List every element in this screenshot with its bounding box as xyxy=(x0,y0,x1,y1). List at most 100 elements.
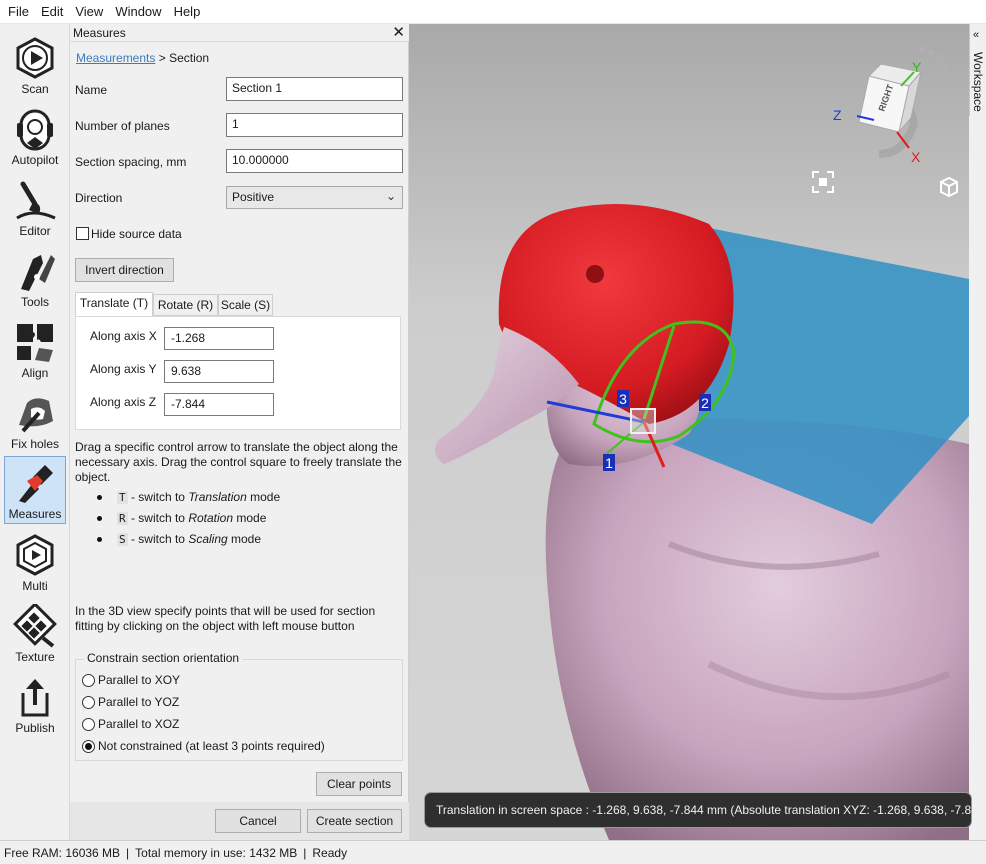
tab-scale[interactable]: Scale (S) xyxy=(218,294,273,316)
publish-icon xyxy=(21,679,49,717)
measures-panel: Measures ✕ Measurements > Section Name S… xyxy=(70,24,409,840)
radio-xoz[interactable]: Parallel to XOZ xyxy=(82,717,179,731)
tool-publish[interactable]: Publish xyxy=(4,671,66,739)
points-instructions: In the 3D view specify points that will … xyxy=(75,604,376,633)
radio-button[interactable] xyxy=(82,673,95,687)
tool-multi-label: Multi xyxy=(22,579,48,593)
tool-measures[interactable]: Measures xyxy=(4,456,66,524)
axis-y-field[interactable]: 9.638 xyxy=(164,360,274,383)
panel-footer: Cancel Create section xyxy=(70,802,409,840)
bullet-icon xyxy=(97,515,102,521)
tool-align-label: Align xyxy=(21,366,49,380)
create-section-button[interactable]: Create section xyxy=(307,809,402,833)
tool-tools-label: Tools xyxy=(20,295,49,309)
panel-title: Measures xyxy=(73,26,126,40)
status-separator: | xyxy=(126,845,130,860)
shortcut-text: - switch to xyxy=(127,532,189,546)
tool-texture[interactable]: Texture xyxy=(4,600,66,668)
gizmo-control-square[interactable] xyxy=(630,408,656,434)
cancel-button[interactable]: Cancel xyxy=(215,809,301,833)
menu-window[interactable]: Window xyxy=(109,0,167,24)
tool-sidebar: Scan Autopilot Editor Tools Align Fix ho… xyxy=(0,24,70,840)
axis-x-indicator: X xyxy=(911,149,921,165)
radio-not-constrained[interactable]: Not constrained (at least 3 points requi… xyxy=(82,739,325,753)
bullet-icon xyxy=(97,536,102,542)
point-label-2: 2 xyxy=(701,395,709,411)
point-label-3: 3 xyxy=(619,391,627,407)
radio-xoy[interactable]: Parallel to XOY xyxy=(82,673,180,687)
tool-fix-holes[interactable]: Fix holes xyxy=(4,387,66,455)
menu-edit[interactable]: Edit xyxy=(35,0,69,24)
free-ram-status: Free RAM: 16036 MB xyxy=(4,845,121,860)
menu-file[interactable]: File xyxy=(2,0,35,24)
3d-scene[interactable]: 1 2 3 RIGHT Y Z X xyxy=(409,24,969,840)
tools-icon xyxy=(21,255,55,291)
hide-source-label: Hide source data xyxy=(91,227,182,241)
tool-tools[interactable]: Tools xyxy=(4,245,66,313)
radio-button[interactable] xyxy=(82,739,95,753)
planes-field[interactable]: 1 xyxy=(226,113,403,137)
menu-bar: File Edit View Window Help xyxy=(0,0,986,24)
axis-y-label: Along axis Y xyxy=(90,362,157,376)
radio-label: Not constrained (at least 3 points requi… xyxy=(98,739,325,753)
spacing-label: Section spacing, mm xyxy=(75,155,187,169)
invert-direction-button[interactable]: Invert direction xyxy=(75,258,174,282)
radio-button[interactable] xyxy=(82,717,95,731)
shortcut-mode: Translation xyxy=(188,490,247,504)
workspace-tab[interactable]: « Workspace xyxy=(969,24,986,116)
tool-editor[interactable]: Editor xyxy=(4,174,66,242)
tool-scan-label: Scan xyxy=(21,82,49,96)
fix-holes-icon xyxy=(19,398,53,433)
breadcrumb: Measurements > Section xyxy=(76,51,209,65)
direction-select[interactable]: Positive ⌄ xyxy=(226,186,403,209)
chevron-down-icon: ⌄ xyxy=(385,189,396,203)
shortcut-key: R xyxy=(117,511,128,525)
editor-icon xyxy=(16,181,56,220)
shortcut-suffix: mode xyxy=(227,532,262,546)
translate-help-text: Drag a specific control arrow to transla… xyxy=(75,440,402,484)
shortcut-translation: T - switch to Translation mode xyxy=(97,490,280,504)
hide-source-checkbox[interactable] xyxy=(76,227,89,240)
shortcut-rotation: R - switch to Rotation mode xyxy=(97,511,266,525)
workspace-label: Workspace xyxy=(971,52,985,112)
breadcrumb-current: Section xyxy=(169,51,210,65)
breadcrumb-separator: > xyxy=(155,51,170,65)
tab-translate[interactable]: Translate (T) xyxy=(75,292,153,317)
radio-button[interactable] xyxy=(82,695,95,709)
translate-tab-panel: Along axis X -1.268 Along axis Y 9.638 A… xyxy=(75,316,401,430)
clear-points-button[interactable]: Clear points xyxy=(316,772,402,796)
direction-value: Positive xyxy=(232,190,275,204)
tool-multi[interactable]: Multi xyxy=(4,529,66,597)
3d-viewport[interactable]: 1 2 3 RIGHT Y Z X xyxy=(409,24,969,840)
ready-status: Ready xyxy=(312,845,348,860)
tool-scan[interactable]: Scan xyxy=(4,32,66,100)
constrain-title: Constrain section orientation xyxy=(84,651,243,665)
axis-z-label: Along axis Z xyxy=(90,395,157,409)
axis-z-indicator: Z xyxy=(833,107,842,123)
tool-align[interactable]: Align xyxy=(4,316,66,384)
shortcut-suffix: mode xyxy=(246,490,281,504)
shortcut-suffix: mode xyxy=(233,511,267,525)
multi-icon xyxy=(16,534,54,576)
radio-label: Parallel to XOY xyxy=(98,673,181,687)
direction-label: Direction xyxy=(75,191,123,205)
menu-view[interactable]: View xyxy=(69,0,109,24)
tool-autopilot[interactable]: Autopilot xyxy=(4,103,66,171)
menu-help[interactable]: Help xyxy=(168,0,207,24)
shortcut-text: - switch to xyxy=(127,511,189,525)
name-field[interactable]: Section 1 xyxy=(226,77,403,101)
tab-rotate[interactable]: Rotate (R) xyxy=(153,294,218,316)
close-icon[interactable]: ✕ xyxy=(392,23,405,41)
axis-x-field[interactable]: -1.268 xyxy=(164,327,274,350)
chevron-left-icon[interactable]: « xyxy=(973,29,979,41)
spacing-field[interactable]: 10.000000 xyxy=(226,149,403,173)
axis-y-indicator: Y xyxy=(912,59,922,75)
radio-yoz[interactable]: Parallel to YOZ xyxy=(82,695,179,709)
axis-z-field[interactable]: -7.844 xyxy=(164,393,274,416)
panel-header: Measures ✕ xyxy=(70,24,409,42)
status-bar: Free RAM: 16036 MB | Total memory in use… xyxy=(0,840,986,864)
autopilot-icon xyxy=(17,109,53,151)
tool-texture-label: Texture xyxy=(15,650,55,664)
breadcrumb-measurements-link[interactable]: Measurements xyxy=(76,51,155,65)
scan-icon xyxy=(16,37,54,79)
